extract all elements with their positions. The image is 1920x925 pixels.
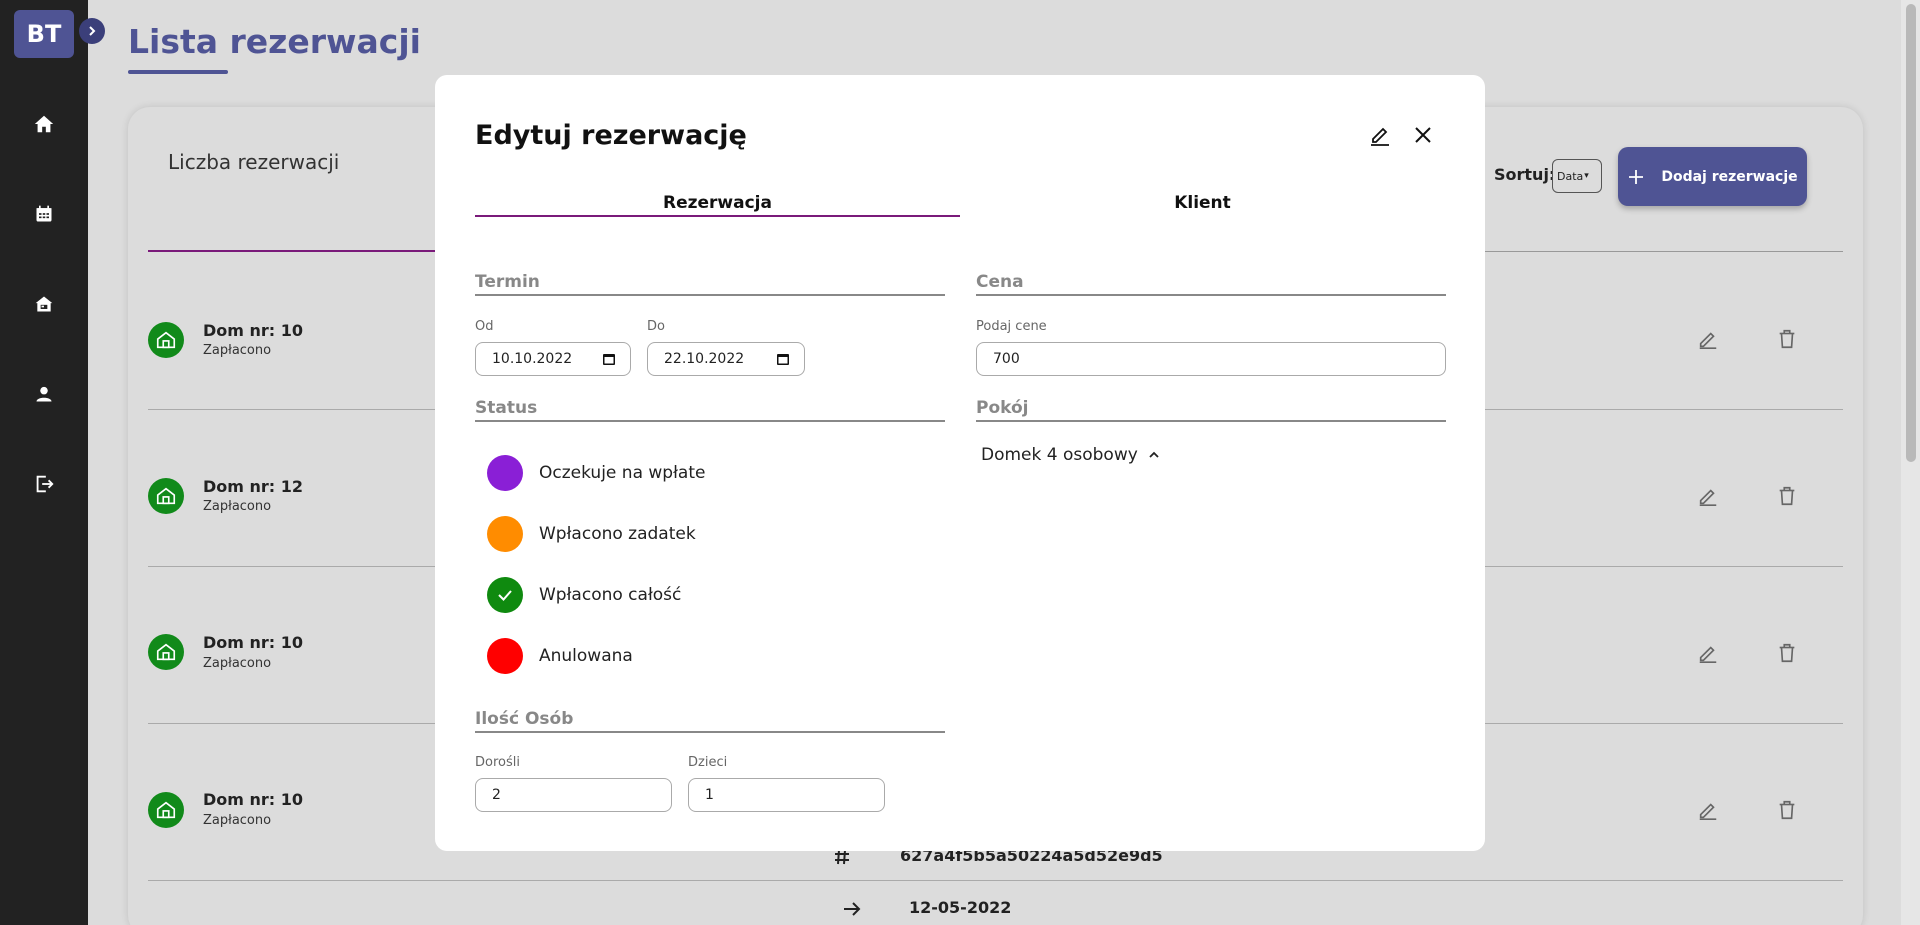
modal-title: Edytuj rezerwację (475, 120, 747, 151)
to-date-input[interactable]: 22.10.2022 (647, 342, 805, 376)
expand-sidebar-button[interactable] (79, 18, 105, 44)
section-divider (976, 294, 1446, 296)
status-dot (487, 455, 523, 491)
status-label: Anulowana (539, 646, 633, 666)
status-option-cancelled[interactable]: Anulowana (487, 638, 633, 674)
status-label: Wpłacono całość (539, 585, 682, 605)
children-input[interactable]: 1 (688, 778, 885, 812)
price-label: Podaj cene (976, 319, 1047, 334)
status-label: Wpłacono zadatek (539, 524, 696, 544)
status-option-paid[interactable]: Wpłacono całość (487, 577, 681, 613)
calendar-icon (603, 354, 615, 365)
from-label: Od (475, 319, 494, 334)
section-divider (475, 294, 945, 296)
to-label: Do (647, 319, 665, 334)
section-termin: Termin (475, 272, 540, 292)
price-input[interactable]: 700 (976, 342, 1446, 376)
children-value: 1 (705, 787, 714, 803)
section-ilosc-osob: Ilość Osób (475, 709, 574, 729)
section-divider (475, 420, 945, 422)
check-icon (498, 590, 512, 601)
tab-rezerwacja[interactable]: Rezerwacja (475, 193, 960, 213)
room-select[interactable]: Domek 4 osobowy (981, 445, 1160, 465)
section-status: Status (475, 398, 538, 418)
section-divider (976, 420, 1446, 422)
children-label: Dzieci (688, 755, 728, 770)
edit-icon[interactable] (1365, 120, 1395, 150)
status-option-pending[interactable]: Oczekuje na wpłate (487, 455, 705, 491)
adults-value: 2 (492, 787, 501, 803)
section-pokoj: Pokój (976, 398, 1029, 418)
status-dot (487, 516, 523, 552)
calendar-icon (777, 354, 789, 365)
from-date-value: 10.10.2022 (492, 351, 573, 367)
section-cena: Cena (976, 272, 1024, 292)
adults-input[interactable]: 2 (475, 778, 672, 812)
to-date-value: 22.10.2022 (664, 351, 745, 367)
adults-label: Dorośli (475, 755, 520, 770)
chevron-up-icon (1149, 451, 1159, 458)
status-dot (487, 638, 523, 674)
close-icon[interactable] (1408, 120, 1438, 150)
status-label: Oczekuje na wpłate (539, 463, 706, 483)
from-date-input[interactable]: 10.10.2022 (475, 342, 631, 376)
room-value: Domek 4 osobowy (981, 445, 1138, 465)
status-option-deposit[interactable]: Wpłacono zadatek (487, 516, 696, 552)
chevron-right-icon (89, 26, 96, 36)
price-value: 700 (993, 351, 1020, 367)
edit-reservation-modal: Edytuj rezerwację Rezerwacja Klient Term… (435, 75, 1485, 851)
tab-klient[interactable]: Klient (960, 193, 1445, 213)
section-divider (475, 731, 945, 733)
active-tab-indicator (475, 215, 960, 217)
status-dot-selected (487, 577, 523, 613)
